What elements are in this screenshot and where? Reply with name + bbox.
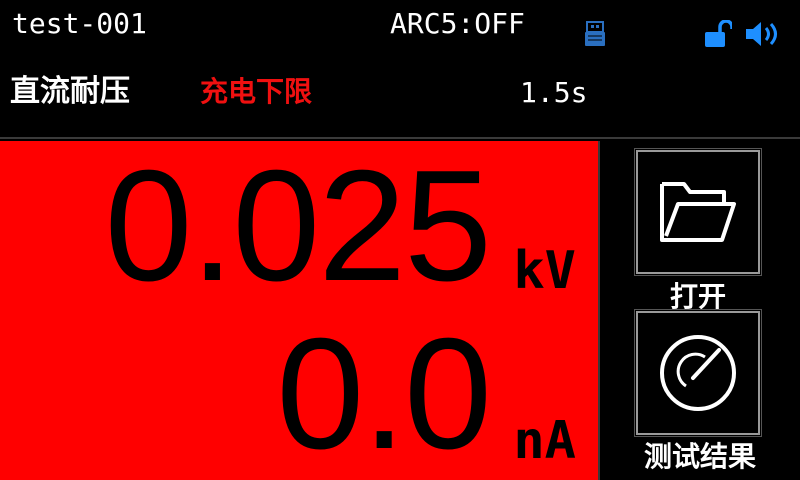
current-unit: nA (513, 411, 576, 471)
test-time: 1.5s (520, 76, 588, 109)
arc-status: ARC5:OFF (390, 7, 525, 40)
usb-icon (585, 21, 605, 46)
panel-divider (598, 141, 600, 480)
open-button-label[interactable]: 打开 (636, 280, 760, 314)
gauge-icon (660, 335, 736, 411)
voltage-unit: kV (513, 241, 576, 301)
readout-panel: 0.025 kV 0.0 nA (0, 141, 598, 480)
test-result-button[interactable] (634, 309, 762, 437)
open-button[interactable] (634, 148, 762, 276)
test-mode-label: 直流耐压 (10, 74, 130, 109)
test-status-label: 充电下限 (200, 75, 313, 108)
current-value: 0.0 (276, 306, 492, 480)
file-name: test-001 (12, 7, 147, 40)
folder-icon (660, 182, 736, 242)
voltage-value: 0.025 (104, 141, 492, 314)
test-result-button-label[interactable]: 测试结果 (630, 440, 770, 474)
unlock-icon[interactable] (704, 20, 732, 48)
speaker-icon[interactable] (744, 20, 780, 48)
header-divider (0, 137, 800, 139)
